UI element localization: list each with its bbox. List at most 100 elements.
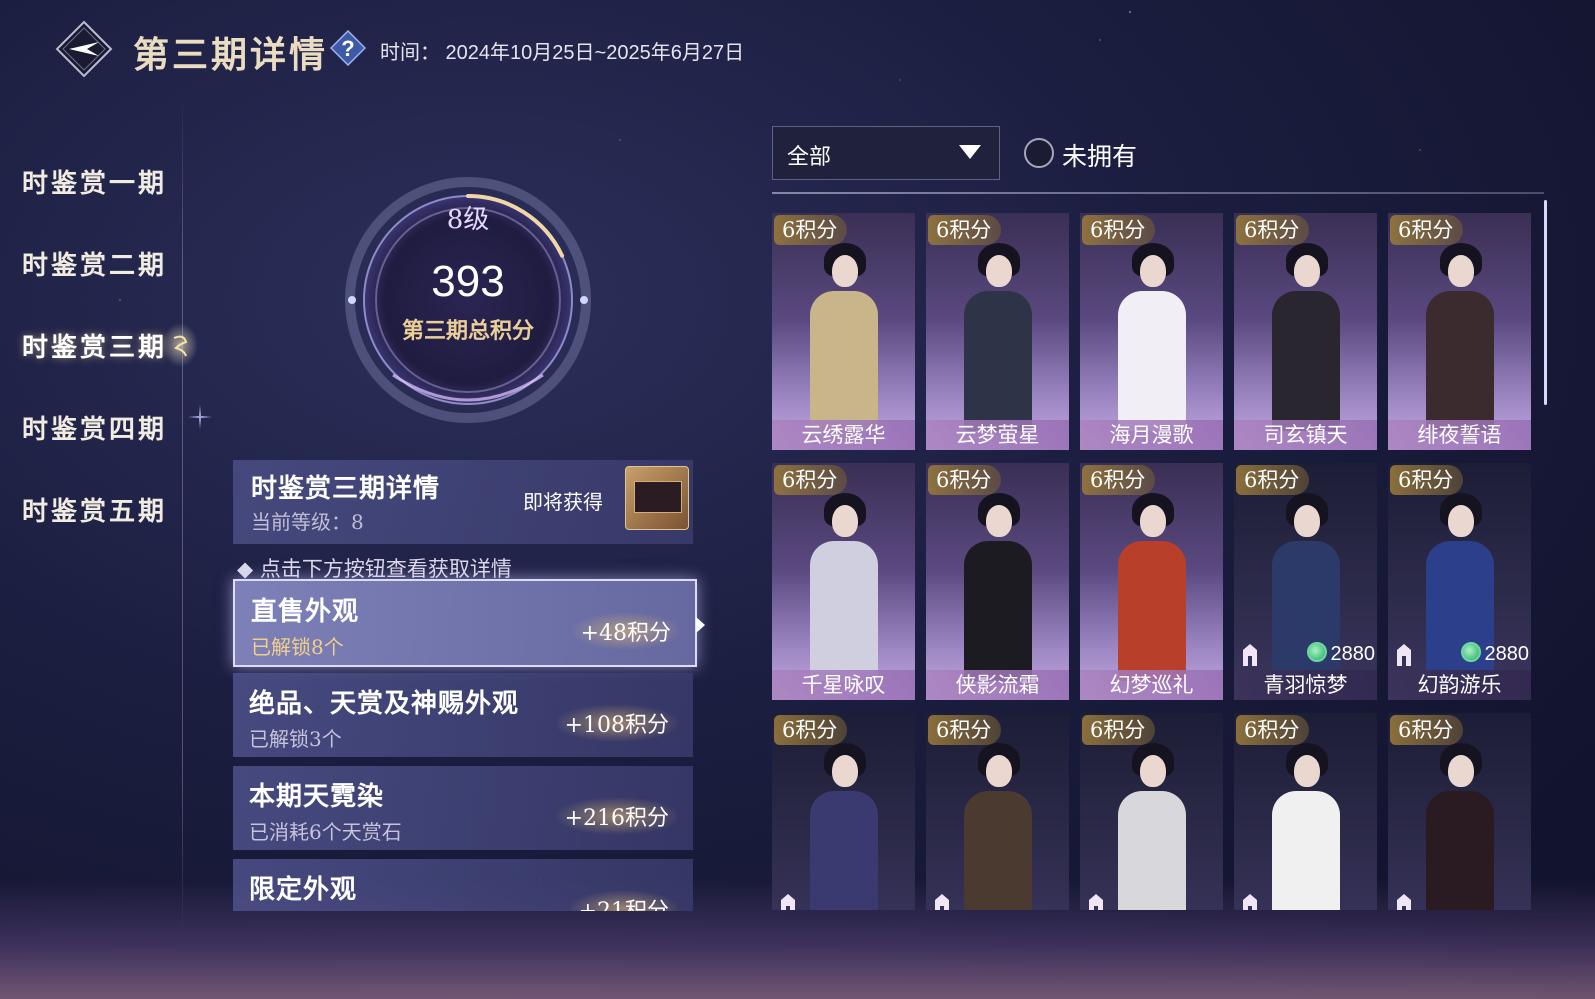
outfit-name: 司玄镇天 [1234, 420, 1377, 450]
outfit-price-value: 2880 [1484, 643, 1530, 665]
outfit-character-figure [1116, 491, 1188, 681]
outfit-name: 侠影流霜 [926, 670, 1069, 700]
outfit-name: 青羽惊梦 [1234, 670, 1377, 700]
upcoming-reward-item[interactable] [625, 466, 689, 530]
outfit-name: 幻韵游乐 [1388, 670, 1531, 700]
outfit-lock-icon [781, 894, 795, 910]
current-level: 当前等级：8 [251, 510, 364, 534]
svg-text:?: ? [341, 36, 354, 61]
outfit-character-figure [962, 491, 1034, 681]
sidebar-item-period-5[interactable]: 时鉴赏五期 [22, 491, 167, 528]
outfit-name: 云梦萤星 [926, 420, 1069, 450]
category-clip: 限定外观 +21积分 [233, 859, 693, 911]
outfit-points-badge: 6积分 [1082, 465, 1156, 495]
outfit-points-badge: 6积分 [1390, 715, 1464, 745]
outfit-card[interactable]: 6积分 云绣露华 [772, 213, 915, 450]
back-icon[interactable] [55, 20, 113, 78]
outfit-points-badge: 6积分 [1082, 215, 1156, 245]
outfit-lock-icon [1089, 894, 1103, 910]
filter-dropdown[interactable]: 全部 [772, 126, 1000, 180]
sparkle-icon [188, 405, 212, 429]
outfit-name: 千星咏叹 [772, 670, 915, 700]
outfit-price-value: 2880 [1330, 643, 1376, 665]
category-sub: 已解锁3个 [249, 727, 342, 751]
outfit-points-badge: 6积分 [928, 465, 1002, 495]
outfit-card[interactable]: 6积分侠影流霜 [926, 463, 1069, 700]
category-title: 直售外观 [251, 597, 360, 627]
reward-frame-icon [634, 481, 682, 513]
outfit-lock-icon [1397, 644, 1411, 666]
outfit-points-badge: 6积分 [928, 215, 1002, 245]
outfit-points-badge: 6积分 [1390, 215, 1464, 245]
sidebar-item-period-3[interactable]: 时鉴赏三期 [22, 327, 167, 364]
outfit-card[interactable]: 6积分千星咏叹 [772, 463, 915, 700]
outfit-price: 2880 [1460, 642, 1530, 666]
outfit-character-figure [808, 741, 880, 910]
category-points: +108积分 [556, 705, 677, 741]
sidebar-item-period-4[interactable]: 时鉴赏四期 [22, 409, 167, 446]
soon-obtain-label: 即将获得 [523, 490, 603, 514]
score-ring: 8级 393 第三期总积分 [333, 175, 603, 445]
outfit-character-figure [962, 241, 1034, 431]
category-title: 本期天霓染 [249, 782, 385, 812]
outfit-character-figure [1116, 241, 1188, 431]
outfit-lock-icon [1243, 894, 1257, 910]
outfit-character-figure [1270, 741, 1342, 910]
outfit-lock-icon [935, 894, 949, 910]
outfit-points-badge: 6积分 [774, 715, 848, 745]
period-detail-title: 时鉴赏三期详情 [251, 474, 441, 504]
category-points: +21积分 [570, 891, 677, 911]
category-direct-sale[interactable]: 直售外观 已解锁8个 +48积分 [233, 579, 705, 667]
category-dye[interactable]: 本期天霓染 已消耗6个天赏石 +216积分 [233, 766, 693, 850]
outfit-points-badge: 6积分 [774, 215, 848, 245]
outfit-points-badge: 6积分 [1236, 715, 1310, 745]
outfit-card[interactable]: 6积分 2880 青羽惊梦 [1234, 463, 1377, 700]
sidebar-item-period-2[interactable]: 时鉴赏二期 [22, 245, 167, 282]
outfit-card[interactable]: 6积分司玄镇天 [1234, 213, 1377, 450]
outfit-lock-icon [1397, 894, 1411, 910]
category-limited[interactable]: 限定外观 +21积分 [233, 859, 693, 911]
outfit-character-figure [1424, 741, 1496, 910]
outfit-points-badge: 6积分 [1390, 465, 1464, 495]
outfit-lock-icon [1243, 644, 1257, 666]
category-points: +216积分 [556, 798, 677, 834]
outfit-card[interactable]: 6积分 2880 幻韵游乐 [1388, 463, 1531, 700]
total-score: 393 [431, 257, 505, 306]
outfit-character-figure [962, 741, 1034, 910]
outfit-card[interactable]: 6积分云梦萤星 [926, 213, 1069, 450]
outfit-name: 绯夜誓语 [1388, 420, 1531, 450]
help-icon[interactable]: ? [330, 30, 366, 66]
jade-currency-icon [1306, 642, 1327, 662]
outfit-card[interactable]: 6积分 [1080, 713, 1223, 910]
outfit-card[interactable]: 6积分 [1234, 713, 1377, 910]
category-points: +48积分 [572, 613, 679, 649]
outfit-points-badge: 6积分 [928, 715, 1002, 745]
outfit-card[interactable]: 6积分 [1388, 713, 1531, 910]
outfit-card[interactable]: 6积分 海月漫歌 [1080, 213, 1223, 450]
outfit-character-figure [808, 241, 880, 431]
outfit-character-figure [808, 491, 880, 681]
active-indicator-icon [162, 323, 198, 367]
outfit-card[interactable]: 6积分 幻梦巡礼 [1080, 463, 1223, 700]
outfit-points-badge: 6积分 [774, 465, 848, 495]
outfit-points-badge: 6积分 [1082, 715, 1156, 745]
outfit-points-badge: 6积分 [1236, 465, 1310, 495]
not-owned-radio[interactable] [1024, 138, 1054, 168]
outfit-points-badge: 6积分 [1236, 215, 1310, 245]
filter-divider [772, 192, 1544, 194]
outfit-grid: 6积分 云绣露华 6积分 云梦萤星 6积分 海月漫歌 6积分 司玄镇天 6积分 绯夜誓语 6积分 千星… [772, 213, 1547, 910]
category-sub: 已消耗6个天赏石 [249, 820, 402, 844]
not-owned-label[interactable]: 未拥有 [1062, 137, 1137, 173]
category-title: 限定外观 [249, 875, 358, 905]
outfit-character-figure [1116, 741, 1188, 910]
dropdown-arrow-icon [959, 145, 981, 159]
grid-scrollbar[interactable] [1544, 200, 1547, 405]
filter-selected-value: 全部 [787, 145, 832, 170]
outfit-card[interactable]: 6积分绯夜誓语 [1388, 213, 1531, 450]
outfit-card[interactable]: 6积分 [926, 713, 1069, 910]
category-premium[interactable]: 绝品、天赏及神赐外观 已解锁3个 +108积分 [233, 673, 693, 757]
outfit-price: 2880 [1306, 642, 1376, 666]
outfit-character-figure [1270, 241, 1342, 431]
sidebar-item-period-1[interactable]: 时鉴赏一期 [22, 163, 167, 200]
outfit-card[interactable]: 6积分 [772, 713, 915, 910]
